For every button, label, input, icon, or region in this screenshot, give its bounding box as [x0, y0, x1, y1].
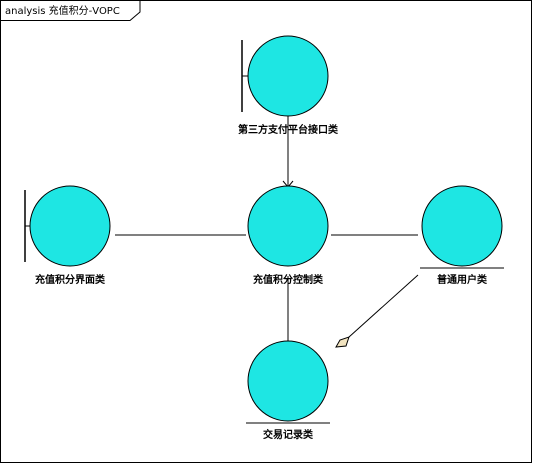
node-label: 普通用户类 [437, 273, 487, 286]
entity-sphere [247, 340, 329, 422]
boundary-sphere [29, 185, 111, 267]
diagram-canvas: analysis 充值积分-VOPC 第三方支付平台接口类 充值积分界面类 充值… [0, 0, 532, 463]
entity-sphere [421, 185, 503, 267]
node-label: 充值积分控制类 [253, 273, 323, 286]
uml-diagram: analysis 充值积分-VOPC 第三方支付平台接口类 充值积分界面类 充值… [0, 0, 533, 464]
node-label: 第三方支付平台接口类 [238, 123, 338, 136]
boundary-sphere [247, 35, 329, 117]
diagram-title: analysis 充值积分-VOPC [5, 4, 120, 17]
control-sphere [247, 185, 329, 267]
node-label: 充值积分界面类 [35, 273, 105, 286]
node-label: 交易记录类 [263, 428, 313, 441]
